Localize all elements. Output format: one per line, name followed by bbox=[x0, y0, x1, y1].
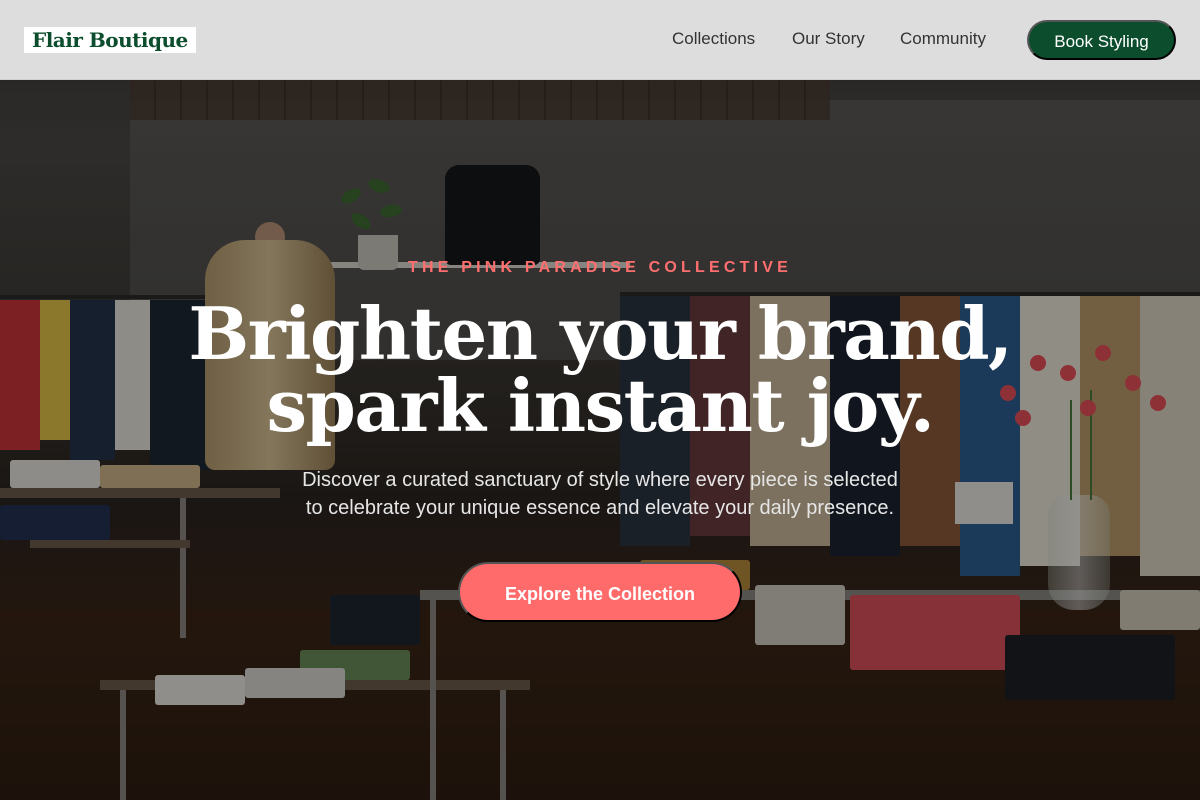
hero-description-line-1: Discover a curated sanctuary of style wh… bbox=[302, 469, 898, 491]
hero-description-line-2: to celebrate your unique essence and ele… bbox=[305, 497, 895, 519]
hero-eyebrow: THE PINK PARADISE COLLECTIVE bbox=[408, 259, 792, 276]
explore-collection-button[interactable]: Explore the Collection bbox=[458, 562, 742, 622]
primary-nav: Collections Our Story Community bbox=[0, 0, 1200, 80]
book-styling-button[interactable]: Book Styling bbox=[1027, 20, 1176, 60]
hero-description: Discover a curated sanctuary of style wh… bbox=[0, 466, 1200, 522]
hero-headline-line-2: spark instant joy. bbox=[266, 363, 935, 448]
hero-headline: Brighten your brand, spark instant joy. bbox=[0, 298, 1200, 442]
nav-link-community[interactable]: Community bbox=[900, 29, 986, 49]
hero-headline-line-1: Brighten your brand, bbox=[188, 291, 1013, 376]
nav-link-our-story[interactable]: Our Story bbox=[792, 29, 865, 49]
top-navbar: Flair Boutique Collections Our Story Com… bbox=[0, 0, 1200, 80]
nav-link-collections[interactable]: Collections bbox=[672, 29, 755, 49]
